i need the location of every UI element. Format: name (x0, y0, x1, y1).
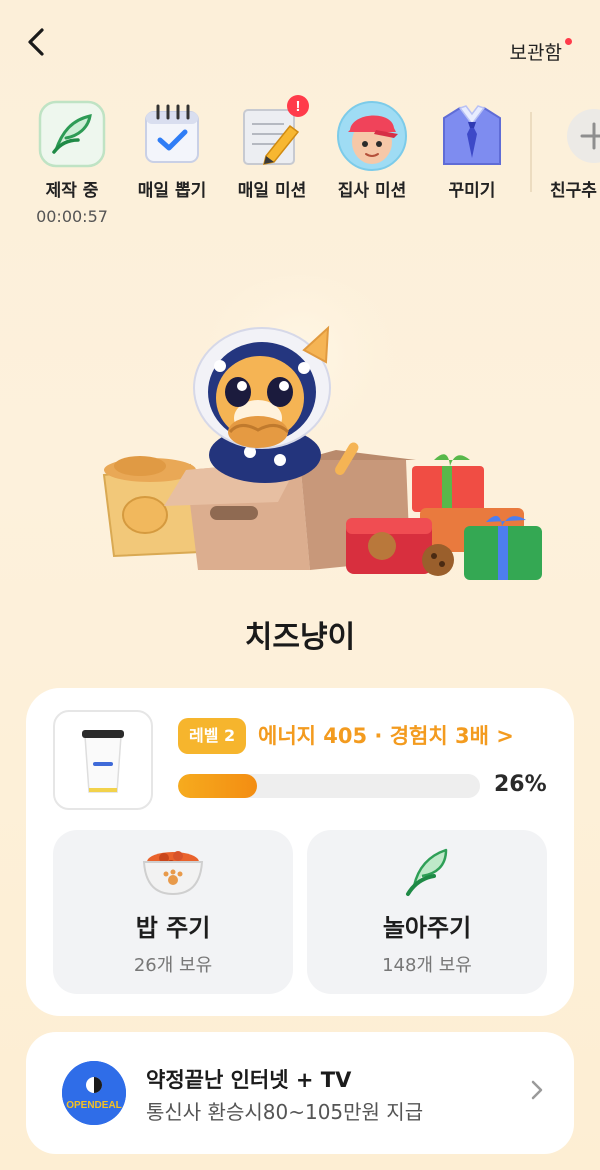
feed-button[interactable]: 밥 주기 26개 보유 (53, 830, 293, 994)
action-label: 밥 주기 (135, 914, 211, 942)
alert-badge-text: ! (296, 98, 301, 115)
ad-banner[interactable]: OPENDEAL 약정끝난 인터넷 + TV 통신사 환승시80~105만원 지… (26, 1032, 574, 1154)
opendeal-logo-text: OPENDEAL (66, 1100, 122, 1111)
energy-exp-link[interactable]: 에너지 405 · 경험치 3배 > (258, 720, 514, 750)
coffee-cup-icon (82, 730, 124, 793)
top-bar: 보관함 (0, 0, 600, 90)
quick-item-decorate[interactable]: 꾸미기 (422, 100, 522, 201)
pet-status-card: 레벨 2 에너지 405 · 경험치 3배 > 26% 밥 주기 26개 보유 (26, 688, 574, 1016)
action-count: 26개 보유 (133, 955, 213, 976)
food-bowl-icon (138, 844, 208, 898)
ad-subtitle: 통신사 환승시80~105만원 지급 (146, 1100, 424, 1124)
crafting-timer: 00:00:57 (36, 207, 108, 226)
new-indicator-dot (565, 38, 572, 45)
level-progress-fill (178, 774, 257, 798)
quick-item-crafting[interactable]: 제작 중 00:00:57 (22, 100, 122, 226)
pet-name: 치즈냥이 (244, 620, 356, 655)
ad-title: 약정끝난 인터넷 + TV (146, 1068, 352, 1092)
quick-item-label: 제작 중 (45, 181, 99, 201)
shirt-tie-icon (438, 100, 506, 168)
pet-illustration[interactable] (90, 270, 550, 610)
quick-item-label: 집사 미션 (337, 181, 407, 201)
quick-item-label: 매일 뽑기 (137, 181, 207, 201)
quick-item-add-friend[interactable]: 친구추 (540, 100, 600, 201)
quick-item-label: 꾸미기 (448, 181, 496, 201)
level-progress-percent: 26% (494, 772, 547, 797)
leaf-icon (392, 844, 462, 898)
level-progress-bar (178, 774, 480, 798)
play-button[interactable]: 놀아주기 148개 보유 (307, 830, 547, 994)
notepad-pencil-icon: ! (238, 95, 309, 168)
menu-divider (530, 112, 532, 192)
storage-button[interactable]: 보관함 (510, 38, 562, 65)
back-button[interactable] (22, 26, 50, 58)
add-friend-icon (560, 100, 600, 168)
quick-item-daily-mission[interactable]: ! 매일 미션 (222, 95, 322, 201)
quick-item-butler-mission[interactable]: 집사 미션 (322, 100, 422, 201)
quick-item-label: 친구추 (550, 181, 597, 201)
action-count: 148개 보유 (382, 955, 472, 976)
leaf-icon (38, 100, 106, 168)
boy-avatar-icon (337, 100, 407, 171)
opendeal-logo: OPENDEAL (62, 1061, 126, 1125)
level-badge: 레벨 2 (178, 718, 247, 754)
alert-badge-icon: ! (287, 95, 309, 117)
action-label: 놀아주기 (382, 914, 472, 942)
quick-menu: 제작 중 00:00:57 매일 뽑기 ! 매일 미션 집사 미션 꾸미기 친구… (0, 95, 600, 240)
calendar-check-icon (138, 100, 206, 168)
quick-item-label: 매일 미션 (237, 181, 307, 201)
coffee-cup-thumbnail[interactable] (53, 710, 153, 810)
chevron-right-icon (530, 1078, 544, 1106)
chevron-left-icon (28, 28, 44, 56)
quick-item-daily-draw[interactable]: 매일 뽑기 (122, 100, 222, 201)
